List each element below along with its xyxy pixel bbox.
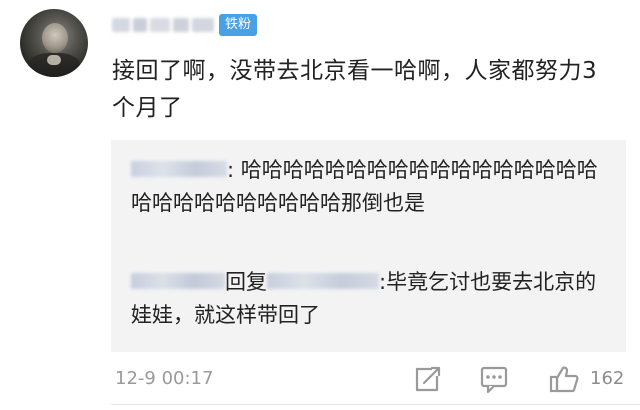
comment-text: 接回了啊，没带去北京看一哈啊，人家都努力3个月了 xyxy=(112,58,598,121)
timestamp: 12-9 00:17 xyxy=(115,368,214,389)
avatar-face xyxy=(42,23,68,53)
share-edit-icon[interactable] xyxy=(412,364,444,394)
reply-item[interactable]: : 哈哈哈哈哈哈哈哈哈哈哈哈哈哈哈哈哈哈哈哈哈哈哈哈哈哈哈那倒也是 xyxy=(131,154,613,220)
like-count: 162 xyxy=(590,368,625,389)
reply-item[interactable]: 回复:毕竟乞讨也要去北京的娃娃，就这样带回了 xyxy=(131,266,613,332)
comment-icon[interactable] xyxy=(478,364,510,394)
username-blurred[interactable] xyxy=(112,15,216,35)
reply-author-blurred[interactable] xyxy=(131,273,225,289)
thumbs-up-icon[interactable] xyxy=(548,364,580,394)
avatar[interactable] xyxy=(20,9,88,77)
reply-author-blurred[interactable] xyxy=(131,161,227,177)
fan-badge: 铁粉 xyxy=(219,14,257,36)
divider xyxy=(111,404,640,405)
reply-word: 回复 xyxy=(225,270,267,294)
avatar-hand xyxy=(47,55,61,65)
comment-footer: 12-9 00:17 162 xyxy=(0,360,640,400)
reply-target-blurred[interactable] xyxy=(267,273,379,289)
